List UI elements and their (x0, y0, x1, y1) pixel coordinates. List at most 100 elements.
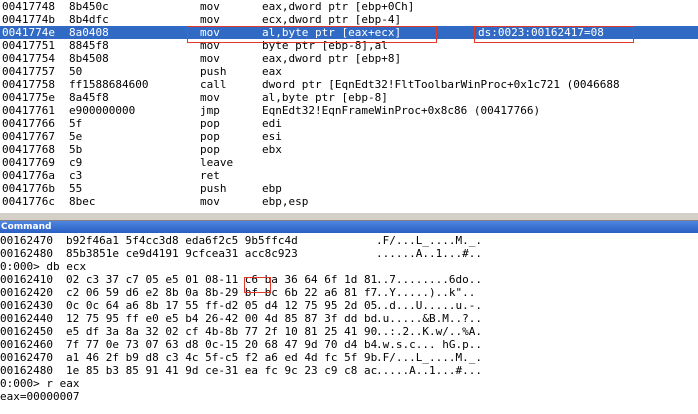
disasm-operands: ebp (262, 182, 282, 195)
disasm-row[interactable]: 0041776a c3 ret (0, 169, 698, 182)
disasm-mnemonic: mov (200, 91, 220, 104)
disasm-bytes: 50 (69, 65, 83, 78)
memory-dump-ascii: ......A..1...#.. (376, 247, 482, 260)
memory-dump-hex: 02 c3 37 c7 05 e5 01 08-11 c6 ba 36 64 6… (66, 273, 378, 286)
disasm-mnemonic: call (200, 78, 227, 91)
memory-dump-address: 00162450 (0, 325, 53, 338)
disasm-operands: edi (262, 117, 282, 130)
memory-dump-hex: 0c 0c 64 a6 8b 17 55 ff-d2 05 d4 12 75 9… (66, 299, 378, 312)
disasm-operands: eax,dword ptr [ebp+8] (262, 52, 402, 65)
disasm-row[interactable]: 0041775e 8a45f8 mov al,byte ptr [ebp-8] (0, 91, 698, 104)
disasm-address: 0041776c (2, 195, 55, 208)
disasm-mnemonic: jmp (200, 104, 220, 117)
command-window-titlebar: Command (0, 221, 698, 233)
disasm-row[interactable]: 00417758 ff1588684600 call dword ptr [EqnEd… (0, 78, 698, 91)
disasm-mnemonic: pop (200, 130, 220, 143)
memory-dump-ascii: ..Y.....)..k".. (376, 286, 476, 299)
highlight-box-operand (187, 26, 437, 43)
disasm-row[interactable]: 00417769 c9 leave (0, 156, 698, 169)
disasm-row[interactable]: 00417757 50 push eax (0, 65, 698, 78)
disasm-address: 00417761 (2, 104, 55, 117)
disasm-row[interactable]: 0041774b 8b4dfc mov ecx,dword ptr [ebp-4] (0, 13, 698, 26)
memory-dump-address: 00162480 (0, 247, 53, 260)
disasm-bytes: c3 (69, 169, 83, 182)
memory-dump-ascii: ..7........6do.. (376, 273, 482, 286)
disasm-operands: eax,dword ptr [ebp+0Ch] (262, 0, 415, 13)
memory-dump-ascii: .F/...L_....M._. (376, 234, 482, 247)
pane-splitter[interactable] (0, 212, 698, 221)
memory-dump-hex: 1e 85 b3 85 91 41 9d ce-31 ea fc 9c 23 c… (66, 364, 378, 377)
memory-dump-hex: e5 df 3a 8a 32 02 cf 4b-8b 77 2f 10 81 2… (66, 325, 378, 338)
disasm-mnemonic: pop (200, 117, 220, 130)
disasm-address: 00417748 (2, 0, 55, 13)
disasm-operands: ecx,dword ptr [ebp-4] (262, 13, 402, 26)
memory-dump-ascii: .....A..1...#... (376, 364, 482, 377)
disasm-operands: ebx (262, 143, 282, 156)
command-window-title: Command (1, 222, 52, 232)
disasm-bytes: 5e (69, 130, 83, 143)
disasm-address: 00417767 (2, 130, 55, 143)
memory-dump-hex: a1 46 2f b9 d8 c3 4c 5f-c5 f2 a6 ed 4d f… (66, 351, 378, 364)
disasm-bytes: 5b (69, 143, 83, 156)
memory-dump-address: 00162460 (0, 338, 53, 351)
disasm-address: 00417757 (2, 65, 55, 78)
disasm-operands: eax (262, 65, 282, 78)
disasm-address: 00417766 (2, 117, 55, 130)
memory-dump-hex: 7f 77 0e 73 07 63 d8 0c-15 20 68 47 9d 7… (66, 338, 378, 351)
memory-dump-hex: c2 06 59 d6 e2 8b 0a 8b-29 bf bc 6b 22 a… (66, 286, 378, 299)
disasm-bytes: 8b450c (69, 0, 109, 13)
disasm-mnemonic: mov (200, 195, 220, 208)
memory-dump-hex: 12 75 95 ff e0 e5 b4 26-42 00 4d 85 87 3… (66, 312, 378, 325)
command-output-pane[interactable]: 00162470 b92f46a1 5f4cc3d8 eda6f2c5 9b5ff… (0, 234, 698, 414)
disasm-row[interactable]: 0041776c 8bec mov ebp,esp (0, 195, 698, 208)
command-line-text: eax=00000007 (0, 390, 80, 403)
memory-dump-ascii: ..:.2..K.w/..%A. (376, 325, 482, 338)
memory-dump-ascii: .u.....&B.M..?.. (376, 312, 482, 325)
disasm-row[interactable]: 00417768 5b pop ebx (0, 143, 698, 156)
disasm-bytes: 55 (69, 182, 83, 195)
disasm-address: 00417758 (2, 78, 55, 91)
disasm-row[interactable]: 00417767 5e pop esi (0, 130, 698, 143)
disasm-mnemonic: pop (200, 143, 220, 156)
disasm-bytes: 8a45f8 (69, 91, 109, 104)
disasm-operands: EqnEdt32!EqnFrameWinProc+0x8c86 (0041776… (262, 104, 541, 117)
memory-dump-address: 00162420 (0, 286, 53, 299)
disasm-address: 00417751 (2, 39, 55, 52)
disasm-mnemonic: push (200, 65, 227, 78)
memory-dump-address: 00162470 (0, 234, 53, 247)
disasm-operands: esi (262, 130, 282, 143)
disasm-address: 0041775e (2, 91, 55, 104)
disasm-mnemonic: mov (200, 52, 220, 65)
memory-dump-ascii: .w.s.c... hG.p.. (376, 338, 482, 351)
memory-dump-address: 00162480 (0, 364, 53, 377)
highlight-box-memory-value (474, 26, 634, 43)
disasm-address: 00417768 (2, 143, 55, 156)
command-line-text: 0:000> r eax (0, 377, 80, 390)
memory-dump-ascii: ..d...U.....u.-. (376, 299, 482, 312)
disasm-bytes: 8a0408 (69, 26, 109, 39)
disasm-row[interactable]: 0041776b 55 push ebp (0, 182, 698, 195)
disasm-row[interactable]: 00417761 e900000000 jmp EqnEdt32!EqnFrameWi… (0, 104, 698, 117)
disasm-bytes: 8bec (69, 195, 96, 208)
disasm-address: 0041774b (2, 13, 55, 26)
disasm-bytes: ff1588684600 (69, 78, 149, 91)
memory-dump-address: 00162470 (0, 351, 53, 364)
disasm-row[interactable]: 00417748 8b450c mov eax,dword ptr [ebp+0Ch] (0, 0, 698, 13)
memory-dump-address: 00162410 (0, 273, 53, 286)
disasm-bytes: 5f (69, 117, 83, 130)
disasm-mnemonic: ret (200, 169, 220, 182)
disasm-mnemonic: push (200, 182, 227, 195)
disasm-operands: ebp,esp (262, 195, 309, 208)
disasm-bytes: 8845f8 (69, 39, 109, 52)
disasm-operands: dword ptr [EqnEdt32!FltToolbarWinProc+0x… (262, 78, 620, 91)
disasm-operands: al,byte ptr [ebp-8] (262, 91, 388, 104)
disasm-row[interactable]: 00417754 8b4508 mov eax,dword ptr [ebp+8] (0, 52, 698, 65)
disasm-row[interactable]: 00417766 5f pop edi (0, 117, 698, 130)
memory-dump-address: 00162440 (0, 312, 53, 325)
disasm-address: 00417769 (2, 156, 55, 169)
memory-dump-address: 00162430 (0, 299, 53, 312)
disasm-bytes: e900000000 (69, 104, 136, 117)
memory-dump-hex: 85b3851e ce9d4191 9cfcea31 acc8c923 (66, 247, 298, 260)
disasm-address: 00417754 (2, 52, 55, 65)
command-line-text: 0:000> db ecx (0, 260, 87, 273)
